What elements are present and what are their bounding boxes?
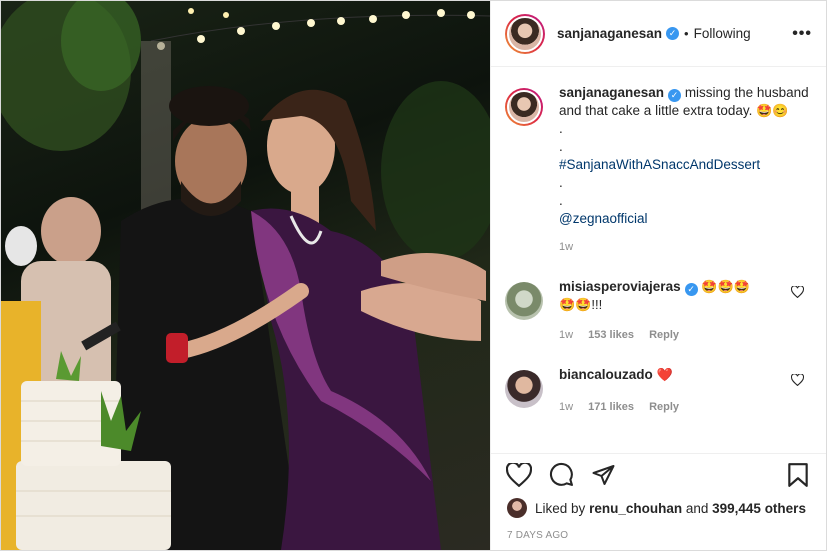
comment-likes[interactable]: 171 likes bbox=[588, 401, 634, 413]
caption-avatar[interactable] bbox=[505, 88, 543, 126]
comment-item: misiasperoviajeras ✓ 🤩🤩🤩 🤩🤩!!! 1w 153 lik… bbox=[505, 278, 812, 344]
heart-icon bbox=[506, 462, 532, 487]
share-button[interactable] bbox=[589, 461, 617, 489]
caption-time[interactable]: 1w bbox=[559, 241, 573, 253]
save-button[interactable] bbox=[784, 461, 812, 489]
instagram-post: sanjanaganesan ✓ • Following ••• sanjana… bbox=[0, 0, 827, 551]
verified-badge-icon: ✓ bbox=[668, 89, 682, 102]
like-button[interactable] bbox=[505, 461, 533, 489]
likes-summary: Liked by renu_chouhan and 399,445 others bbox=[507, 498, 806, 518]
bookmark-icon bbox=[788, 462, 808, 487]
comment-like-heart-icon[interactable] bbox=[791, 286, 804, 298]
comment-username[interactable]: biancalouzado bbox=[559, 367, 653, 382]
string-lights bbox=[150, 8, 490, 50]
caption-dot: . bbox=[559, 175, 563, 190]
post-header: sanjanaganesan ✓ • Following ••• bbox=[491, 1, 826, 67]
author-username[interactable]: sanjanaganesan bbox=[557, 26, 662, 41]
likes-prefix: Liked by bbox=[535, 500, 586, 516]
caption-username[interactable]: sanjanaganesan bbox=[559, 85, 664, 100]
caption: sanjanaganesan ✓ missing the husband and … bbox=[505, 84, 812, 256]
caption-dot: . bbox=[559, 193, 563, 208]
caption-dot: . bbox=[559, 139, 563, 154]
more-options-button[interactable]: ••• bbox=[792, 25, 812, 43]
header-separator: • bbox=[684, 26, 689, 41]
liker-username[interactable]: renu_chouhan bbox=[589, 501, 682, 516]
comment-time[interactable]: 1w bbox=[559, 329, 573, 341]
comment-username[interactable]: misiasperoviajeras bbox=[559, 279, 681, 294]
post-timestamp[interactable]: 7 DAYS AGO bbox=[507, 530, 568, 541]
caption-dot: . bbox=[559, 121, 563, 136]
comment-button[interactable] bbox=[547, 461, 575, 489]
comments-scroll-area[interactable]: sanjanaganesan ✓ missing the husband and … bbox=[491, 68, 826, 449]
comment-avatar[interactable] bbox=[505, 370, 543, 408]
comment-time[interactable]: 1w bbox=[559, 401, 573, 413]
comment-meta: 1w 171 likes Reply bbox=[559, 398, 782, 416]
comment-reply-button[interactable]: Reply bbox=[649, 401, 679, 413]
photo-illustration bbox=[1, 1, 490, 550]
paper-plane-icon bbox=[592, 464, 614, 485]
likes-middle: and bbox=[685, 500, 709, 516]
following-button[interactable]: Following bbox=[694, 26, 751, 41]
comment-bubble-icon bbox=[549, 462, 573, 486]
caption-body: sanjanaganesan ✓ missing the husband and … bbox=[559, 84, 812, 256]
comment-likes[interactable]: 153 likes bbox=[588, 329, 634, 341]
comment-body: misiasperoviajeras ✓ 🤩🤩🤩 🤩🤩!!! 1w 153 lik… bbox=[559, 278, 812, 344]
comment-item: biancalouzado ❤️ 1w 171 likes Reply bbox=[505, 366, 812, 416]
comment-text: 🤩🤩🤩 bbox=[701, 279, 750, 294]
comment-text-line2: 🤩🤩!!! bbox=[559, 297, 603, 312]
comment-text: ❤️ bbox=[656, 367, 673, 382]
comment-meta: 1w 153 likes Reply bbox=[559, 326, 782, 344]
hashtag-link[interactable]: #SanjanaWithASnaccAndDessert bbox=[559, 156, 812, 174]
caption-meta: 1w bbox=[559, 238, 812, 256]
comment-avatar[interactable] bbox=[505, 282, 543, 320]
author-avatar[interactable] bbox=[505, 13, 545, 54]
comment-reply-button[interactable]: Reply bbox=[649, 329, 679, 341]
liker-avatar[interactable] bbox=[507, 498, 527, 518]
post-photo[interactable] bbox=[1, 1, 490, 550]
verified-badge-icon: ✓ bbox=[666, 27, 680, 40]
verified-badge-icon: ✓ bbox=[684, 283, 698, 296]
comment-like-heart-icon[interactable] bbox=[791, 374, 804, 386]
comment-body: biancalouzado ❤️ 1w 171 likes Reply bbox=[559, 366, 812, 416]
post-side-panel: sanjanaganesan ✓ • Following ••• sanjana… bbox=[490, 1, 826, 550]
action-bar bbox=[491, 453, 826, 495]
caption-emoji: 🤩😊 bbox=[756, 103, 789, 118]
mention-link[interactable]: @zegnaofficial bbox=[559, 210, 812, 228]
likes-count[interactable]: 399,445 others bbox=[712, 501, 806, 516]
